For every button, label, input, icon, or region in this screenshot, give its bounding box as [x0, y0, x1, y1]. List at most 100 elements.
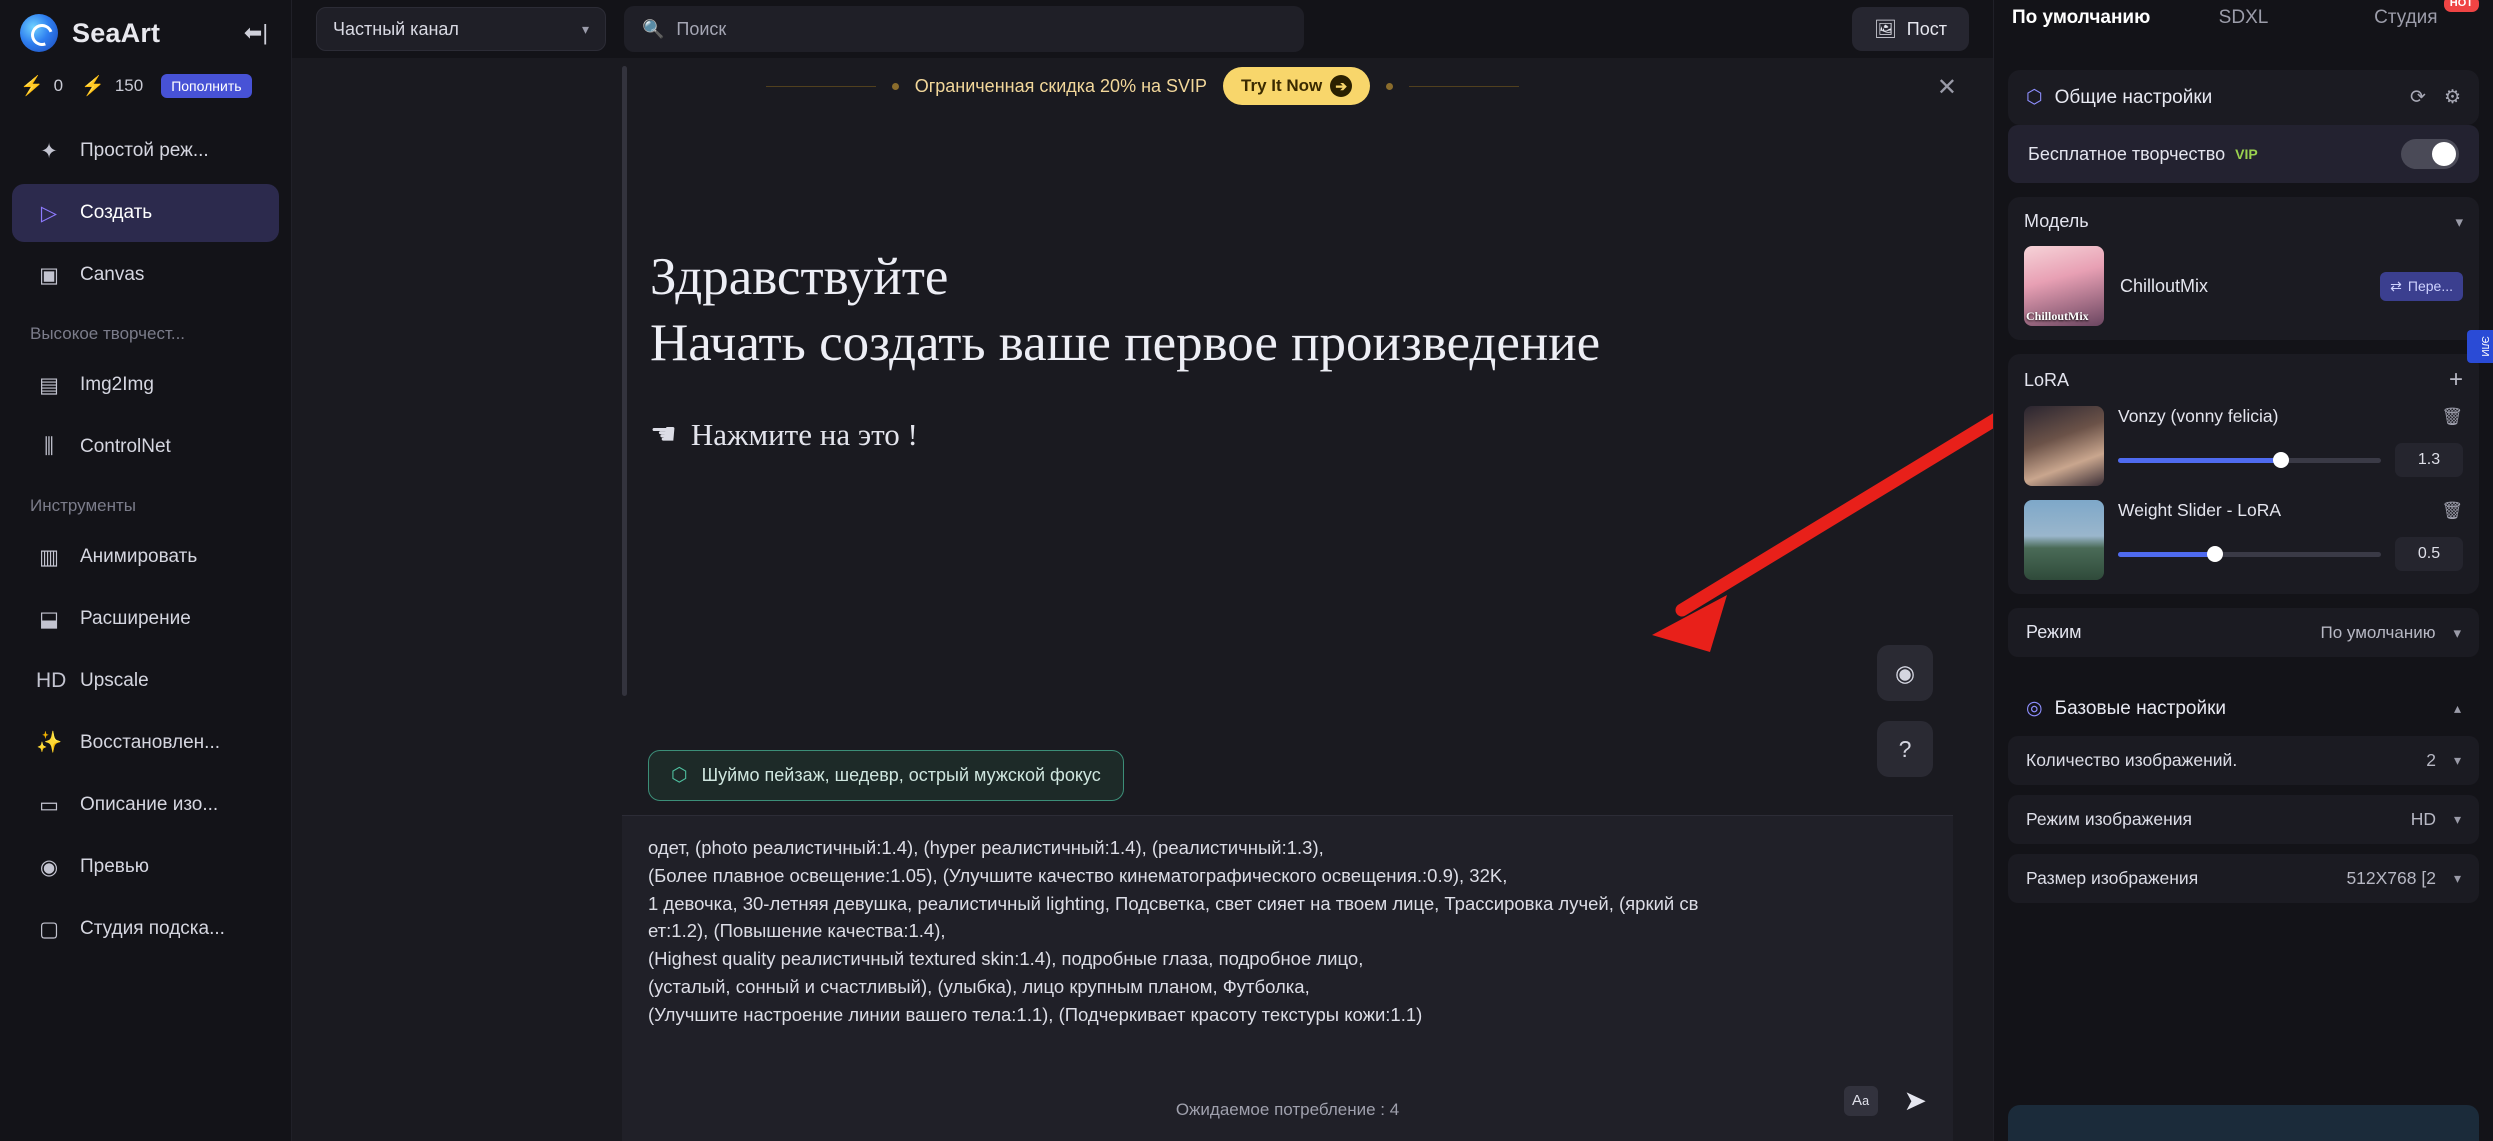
lora-item: Vonzy (vonny felicia) 🗑 1.3 [2024, 406, 2463, 486]
sidebar-item-label: Студия подска... [80, 918, 225, 939]
film-icon: ▥ [39, 545, 59, 569]
sidebar-item-img2img[interactable]: ▤ Img2Img [12, 356, 279, 414]
free-creation-toggle[interactable] [2401, 139, 2459, 169]
basic-settings-header[interactable]: ◎ Базовые настройки ▴ [2008, 683, 2479, 726]
lora-weight-value[interactable]: 1.3 [2395, 443, 2463, 477]
app-root: SeaArt ⬅| ⚡ 0 ⚡ 150 Пополнить ✦ Простой … [0, 0, 2493, 1141]
mode-row[interactable]: Режим По умолчанию ▾ [2008, 608, 2479, 657]
prompt-line: (Более плавное освещение:1.05), (Улучшит… [648, 864, 1508, 886]
model-header[interactable]: Модель ▾ [2024, 211, 2463, 232]
lora-weight-value[interactable]: 0.5 [2395, 537, 2463, 571]
magic-icon: ✨ [36, 731, 63, 754]
sidebar-item-controlnet[interactable]: ⫼ ControlNet [12, 418, 279, 476]
sidebar-item-prompt-studio[interactable]: ▢ Студия подска... [12, 900, 279, 958]
hd-icon: HD [36, 669, 67, 692]
sidebar-item-restore[interactable]: ✨ Восстановлен... [12, 714, 279, 772]
help-button[interactable]: ? [1877, 721, 1933, 777]
lora-details: Weight Slider - LoRA 🗑 0.5 [2118, 500, 2463, 571]
search-input[interactable]: 🔍 Поиск [624, 6, 1304, 52]
search-icon: 🔍 [642, 18, 665, 39]
prompt-line: (усталый, сонный и счастливый), (улыбка)… [648, 975, 1310, 997]
brand: SeaArt ⬅| [0, 0, 291, 66]
setting-label: Режим изображения [2026, 809, 2192, 829]
delete-icon[interactable]: 🗑 [2441, 407, 2463, 427]
setting-value: 512X768 [2 [2346, 868, 2436, 888]
style-tag-pill[interactable]: ⬡ Шуймо пейзаж, шедевр, острый мужской ф… [648, 750, 1124, 801]
sidebar-item-create[interactable]: ▷ Создать [12, 184, 279, 242]
preview-eye-icon[interactable]: ◉ [1877, 645, 1933, 701]
main-area: Частный канал ▾ 🔍 Поиск 🖼 Пост Ограничен… [292, 0, 2199, 1141]
sidebar-item-label: Описание изо... [80, 794, 219, 815]
post-button[interactable]: 🖼 Пост [1851, 7, 1969, 51]
tab-studio-label: Студия [2374, 7, 2438, 28]
setting-row-image-mode[interactable]: Режим изображения HD ▾ [2008, 795, 2479, 844]
edge-promo-badge[interactable]: ЭЛИ [2467, 330, 2493, 363]
plus-icon[interactable]: + [2449, 368, 2463, 392]
tab-sdxl[interactable]: SDXL [2162, 0, 2324, 30]
credits-purple-value: 0 [53, 76, 64, 95]
close-icon[interactable]: ✕ [1937, 76, 1957, 100]
channel-select[interactable]: Частный канал ▾ [316, 7, 606, 51]
sidebar-item-expand[interactable]: ⬓ Расширение [12, 590, 279, 648]
topup-button[interactable]: Пополнить [161, 74, 252, 98]
welcome-subheading: Начать создать ваше первое произведение [650, 314, 1601, 373]
sidebar-item-preview[interactable]: ◉ Превью [12, 838, 279, 896]
credits-yellow-value: 150 [114, 76, 144, 95]
lora-thumbnail[interactable] [2024, 406, 2104, 486]
sidebar-item-animate[interactable]: ▥ Анимировать [12, 528, 279, 586]
lora-title-row: Vonzy (vonny felicia) 🗑 [2118, 406, 2463, 427]
click-hint-label: Нажмите на это ! [690, 416, 918, 452]
style-tag-label: Шуймо пейзаж, шедевр, острый мужской фок… [701, 765, 1101, 785]
prompt-line: одет, (photo реалистичный:1.4), (hyper р… [648, 837, 1324, 858]
setting-row-image-size[interactable]: Размер изображения 512X768 [2 ▾ [2008, 854, 2479, 903]
lora-header: LoRA + [2024, 368, 2463, 392]
send-icon[interactable]: ➤ [1904, 1084, 1927, 1117]
lora-thumbnail[interactable] [2024, 500, 2104, 580]
delete-icon[interactable]: 🗑 [2441, 501, 2463, 521]
tab-studio[interactable]: Студия HOT [2325, 0, 2487, 30]
model-thumbnail[interactable] [2024, 246, 2104, 326]
setting-label: Размер изображения [2026, 868, 2199, 888]
sidebar-item-upscale[interactable]: HD Upscale [12, 652, 279, 710]
promo-dot-right [1386, 82, 1394, 90]
prompt-footer: Ожидаемое потребление : 4 [622, 1079, 1953, 1141]
general-settings-card: ⬡ Общие настройки ⟳ ⚙ [2008, 70, 2479, 125]
general-settings-actions: ⟳ ⚙ [2410, 86, 2461, 109]
prompt-editor[interactable]: одет, (photo реалистичный:1.4), (hyper р… [622, 815, 1953, 1141]
sidebar-item-label: Img2Img [80, 374, 154, 395]
gear-icon[interactable]: ⚙ [2444, 86, 2461, 109]
sidebar-collapse-icon[interactable]: ⬅| [241, 18, 271, 48]
change-model-button[interactable]: ⇄ Пере... [2380, 271, 2463, 301]
lora-weight-slider[interactable] [2118, 546, 2381, 562]
prompt-line: 1 девочка, 30-летняя девушка, реалистичн… [648, 892, 1699, 914]
refresh-icon[interactable]: ⟳ [2410, 86, 2426, 109]
tab-default[interactable]: По умолчанию [2000, 0, 2162, 30]
sliders-icon: ⫼ [44, 435, 54, 458]
sidebar-item-label: Создать [80, 202, 153, 223]
hand-pointer-icon: ☚ [650, 418, 677, 451]
chevron-down-icon: ▾ [2453, 811, 2461, 827]
prompt-line: (Highest quality реалистичный textured s… [648, 948, 1364, 969]
post-icon: 🖼 [1873, 18, 1897, 39]
sidebar-nav: ✦ Простой реж... ▷ Создать ▣ Canvas Высо… [0, 112, 291, 958]
try-it-now-button[interactable]: Try It Now ➔ [1223, 67, 1371, 105]
model-card: Модель ▾ ChilloutMix ⇄ Пере... [2008, 197, 2479, 340]
mode-label: Режим [2026, 622, 2082, 642]
sidebar-item-simple-mode[interactable]: ✦ Простой реж... [12, 122, 279, 180]
prompt-line: ет:1.2), (Повышение качества:1.4), [648, 920, 946, 942]
sidebar-item-label: Восстановлен... [80, 732, 220, 753]
sidebar-item-label: Расширение [80, 608, 191, 629]
promo-dot-left [891, 82, 899, 90]
advanced-settings-card[interactable] [2008, 1105, 2479, 1141]
translate-icon[interactable]: Aa [1843, 1085, 1878, 1116]
chevron-down-icon: ▾ [2453, 870, 2461, 886]
setting-label: Количество изображений. [2026, 750, 2238, 770]
sidebar-item-label: ControlNet [80, 436, 171, 457]
lora-item: Weight Slider - LoRA 🗑 0.5 [2024, 500, 2463, 580]
sidebar-item-canvas[interactable]: ▣ Canvas [12, 246, 279, 304]
sidebar-item-describe-image[interactable]: ▭ Описание изо... [12, 776, 279, 834]
chevron-down-icon: ▾ [2455, 213, 2463, 231]
setting-row-image-count[interactable]: Количество изображений. 2 ▾ [2008, 736, 2479, 785]
lora-weight-slider[interactable] [2118, 452, 2381, 468]
sidebar-section-tools: Инструменты [30, 496, 137, 515]
